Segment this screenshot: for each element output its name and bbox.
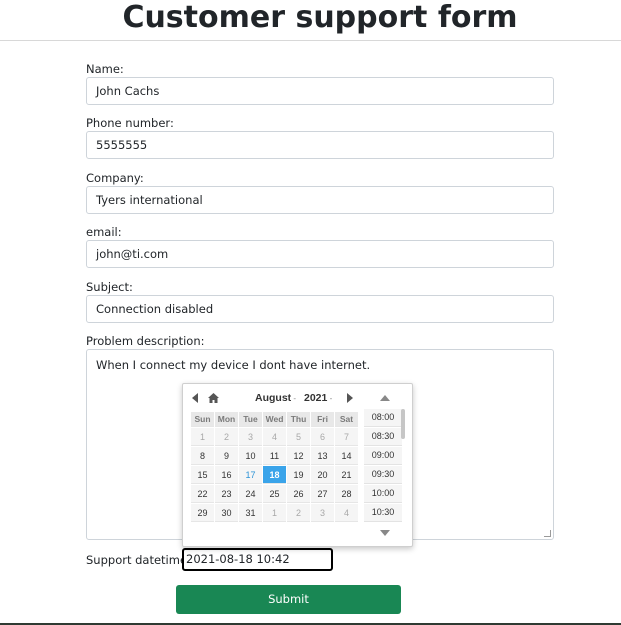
- calendar-day-selected[interactable]: 18: [263, 466, 286, 484]
- triangle-up-icon[interactable]: [380, 395, 392, 403]
- phone-input[interactable]: 5555555: [86, 131, 554, 159]
- calendar-day[interactable]: 4: [335, 504, 358, 522]
- calendar-grid: Sun Mon Tue Wed Thu Fri Sat 1 2 3 4 5 6 7 8 9 10 11 12 13 14…: [190, 411, 359, 523]
- name-label: Name:: [86, 62, 124, 76]
- weekday-header: Thu: [287, 412, 310, 427]
- calendar-day[interactable]: 27: [311, 485, 334, 503]
- subject-label: Subject:: [86, 280, 133, 294]
- chevron-left-icon[interactable]: [191, 393, 199, 406]
- calendar-day[interactable]: 25: [263, 485, 286, 503]
- calendar-day[interactable]: 16: [215, 466, 238, 484]
- subject-input[interactable]: Connection disabled: [86, 295, 554, 323]
- weekday-header: Sun: [191, 412, 214, 427]
- resize-handle[interactable]: [544, 530, 551, 537]
- time-option[interactable]: 09:30: [364, 466, 402, 484]
- calendar-day[interactable]: 24: [239, 485, 262, 503]
- calendar-day[interactable]: 22: [191, 485, 214, 503]
- calendar-day[interactable]: 19: [287, 466, 310, 484]
- datetime-picker: August - 2021 - Sun Mon Tue Wed Thu Fri Sat 1 2 3…: [182, 383, 413, 547]
- name-input[interactable]: John Cachs: [86, 77, 554, 105]
- time-option[interactable]: 10:30: [364, 504, 402, 522]
- time-list: 08:00 08:30 09:00 09:30 10:00 10:30: [364, 409, 406, 523]
- weekday-header: Fri: [311, 412, 334, 427]
- calendar-day[interactable]: 21: [335, 466, 358, 484]
- home-icon[interactable]: [208, 393, 219, 406]
- datetime-input[interactable]: 2021-08-18 10:42: [182, 548, 333, 571]
- month-select[interactable]: August -: [255, 392, 296, 404]
- email-label: email:: [86, 225, 122, 239]
- calendar-day[interactable]: 15: [191, 466, 214, 484]
- time-option[interactable]: 08:30: [364, 428, 402, 446]
- title-divider: [0, 40, 621, 41]
- calendar-day[interactable]: 28: [335, 485, 358, 503]
- calendar-day[interactable]: 14: [335, 447, 358, 465]
- calendar-day[interactable]: 2: [287, 504, 310, 522]
- description-text: When I connect my device I dont have int…: [96, 358, 371, 372]
- calendar-day[interactable]: 8: [191, 447, 214, 465]
- weekday-header: Sat: [335, 412, 358, 427]
- time-list-scrollbar[interactable]: [401, 409, 405, 439]
- email-input[interactable]: john@ti.com: [86, 240, 554, 268]
- weekday-header: Tue: [239, 412, 262, 427]
- weekday-header: Mon: [215, 412, 238, 427]
- month-value: August: [255, 392, 292, 404]
- calendar-day[interactable]: 1: [191, 428, 214, 446]
- year-select[interactable]: 2021 -: [304, 392, 332, 404]
- calendar-day[interactable]: 9: [215, 447, 238, 465]
- calendar-day[interactable]: 3: [311, 504, 334, 522]
- company-input[interactable]: Tyers international: [86, 186, 554, 214]
- calendar-day[interactable]: 1: [263, 504, 286, 522]
- calendar-day[interactable]: 5: [287, 428, 310, 446]
- description-label: Problem description:: [86, 334, 205, 348]
- calendar-day[interactable]: 11: [263, 447, 286, 465]
- triangle-down-icon[interactable]: [380, 530, 392, 538]
- time-option[interactable]: 09:00: [364, 447, 402, 465]
- weekday-header: Wed: [263, 412, 286, 427]
- company-label: Company:: [86, 171, 144, 185]
- calendar-day[interactable]: 3: [239, 428, 262, 446]
- calendar-day[interactable]: 30: [215, 504, 238, 522]
- calendar-day[interactable]: 10: [239, 447, 262, 465]
- calendar-day[interactable]: 23: [215, 485, 238, 503]
- datetime-label: Support datetime:: [86, 553, 191, 567]
- calendar-day[interactable]: 7: [335, 428, 358, 446]
- calendar-day[interactable]: 17: [239, 466, 262, 484]
- calendar-day[interactable]: 4: [263, 428, 286, 446]
- calendar-day[interactable]: 2: [215, 428, 238, 446]
- phone-label: Phone number:: [86, 116, 174, 130]
- year-value: 2021: [304, 392, 328, 404]
- calendar-day[interactable]: 31: [239, 504, 262, 522]
- calendar-day[interactable]: 29: [191, 504, 214, 522]
- calendar-day[interactable]: 12: [287, 447, 310, 465]
- page-title: Customer support form: [122, 0, 518, 35]
- calendar-day[interactable]: 13: [311, 447, 334, 465]
- time-option[interactable]: 10:00: [364, 485, 402, 503]
- submit-button[interactable]: Submit: [176, 585, 401, 614]
- calendar-day[interactable]: 20: [311, 466, 334, 484]
- calendar-day[interactable]: 26: [287, 485, 310, 503]
- calendar-day[interactable]: 6: [311, 428, 334, 446]
- time-option[interactable]: 08:00: [364, 409, 402, 427]
- chevron-right-icon[interactable]: [346, 393, 354, 406]
